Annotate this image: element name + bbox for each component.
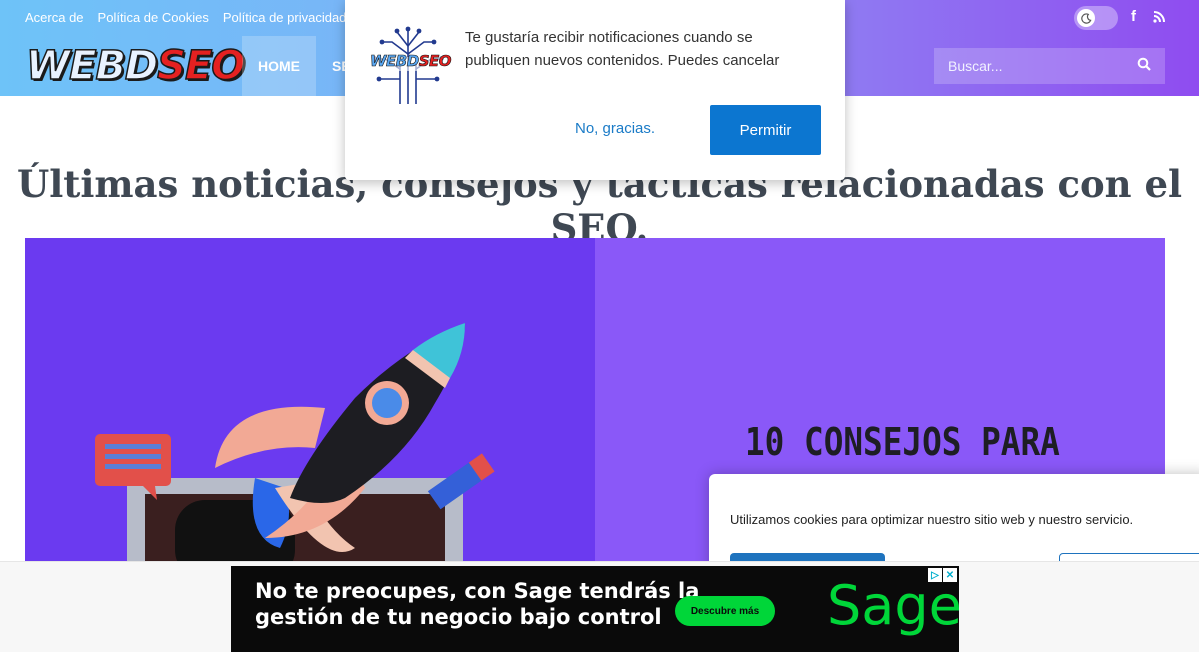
notification-prompt: WEBDSEO Te gustaría recibir notificacion… [345,0,845,180]
logo-part-2: SEO [156,43,246,89]
moon-icon [1077,9,1095,27]
allow-button[interactable]: Permitir [710,105,821,155]
link-politica-privacidad[interactable]: Política de privacidad [223,10,347,25]
ad-cta-button[interactable]: Descubre más [675,596,775,626]
ad-text-line-2: gestión de tu negocio bajo control [255,605,662,629]
site-logo[interactable]: WEBDSEO [25,43,246,89]
ad-close-icon[interactable]: ✕ [943,568,957,582]
top-links: Acerca de Política de Cookies Política d… [25,10,346,25]
ad-choices[interactable]: ▷ ✕ [928,568,957,582]
dark-mode-toggle[interactable] [1074,6,1118,30]
ad-text: No te preocupes, con Sage tendrás la ges… [255,578,699,630]
link-acerca-de[interactable]: Acerca de [25,10,84,25]
adchoices-icon[interactable]: ▷ [928,568,942,582]
rocket-illustration [95,323,495,568]
facebook-icon[interactable]: f [1131,8,1136,25]
cookie-banner-text: Utilizamos cookies para optimizar nuestr… [730,512,1134,527]
search-input[interactable] [948,58,1137,74]
featured-image-left-panel [25,238,595,568]
decline-button[interactable]: No, gracias. [575,120,655,137]
sage-ad[interactable]: No te preocupes, con Sage tendrás la ges… [231,566,962,652]
search-icon[interactable] [1137,57,1151,76]
nav-item-home[interactable]: HOME [242,36,316,96]
search-box [934,48,1165,84]
prompt-logo-text: WEBDSEO [370,52,452,71]
notification-message: Te gustaría recibir notificaciones cuand… [465,29,780,69]
featured-image-title: 10 CONSEJOS PARA [745,420,1060,464]
sage-logo: Sage [827,574,962,637]
link-politica-cookies[interactable]: Política de Cookies [98,10,209,25]
site-tree-logo-icon: WEBDSEO [367,24,452,106]
rss-icon[interactable] [1152,10,1166,28]
logo-part-1: WEBD [25,43,159,89]
ad-text-line-1: No te preocupes, con Sage tendrás la [255,579,700,603]
